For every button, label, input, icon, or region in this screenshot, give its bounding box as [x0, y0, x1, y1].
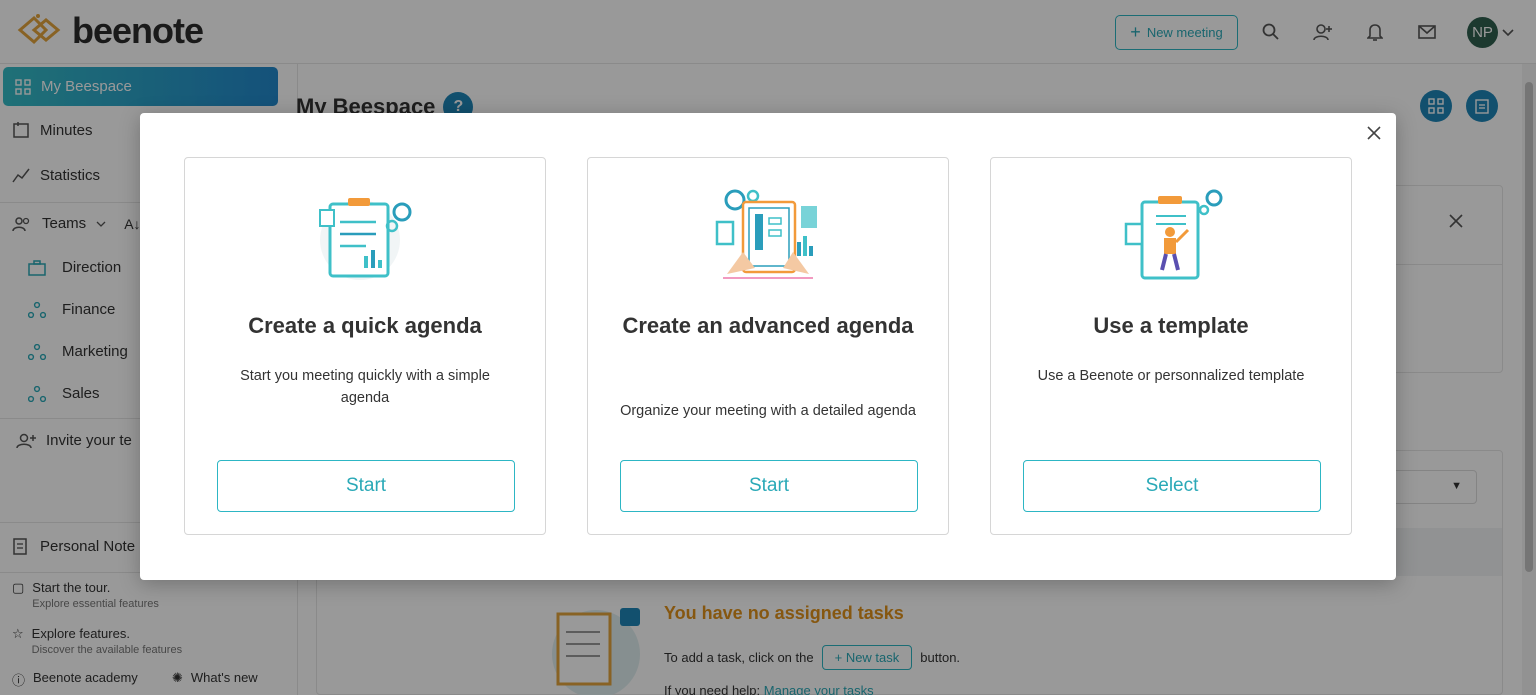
create-agenda-modal: Create a quick agenda Start you meeting …	[140, 113, 1396, 580]
template-illustration	[1124, 189, 1223, 280]
quick-agenda-card: Create a quick agenda Start you meeting …	[184, 157, 546, 535]
card-description: Use a Beenote or personnalized template	[1037, 368, 1305, 384]
advanced-agenda-card: Create an advanced agenda Organize your …	[587, 157, 949, 535]
card-title: Create a quick agenda	[248, 313, 482, 338]
start-quick-agenda-button[interactable]: Start	[217, 460, 515, 512]
card-description: Organize your meeting with a detailed ag…	[620, 403, 916, 419]
card-title: Create an advanced agenda	[622, 313, 914, 338]
quick-agenda-illustration	[319, 198, 412, 280]
card-description: Start you meeting quickly with a simple …	[240, 368, 490, 406]
card-title: Use a template	[1093, 313, 1249, 338]
advanced-agenda-illustration	[715, 189, 817, 279]
select-template-button[interactable]: Select	[1023, 460, 1321, 512]
start-advanced-agenda-button[interactable]: Start	[620, 460, 918, 512]
template-card: Use a template Use a Beenote or personna…	[990, 157, 1352, 535]
close-icon[interactable]	[1364, 123, 1384, 143]
